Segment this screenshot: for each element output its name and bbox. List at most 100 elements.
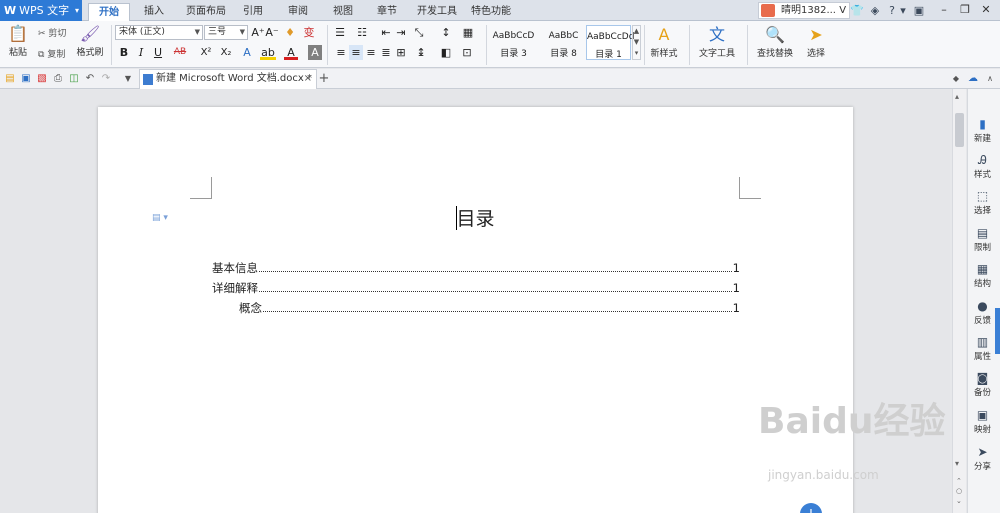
style-toc1[interactable]: AaBbCcDd 目录 1: [586, 25, 634, 60]
bold-button[interactable]: B: [117, 45, 131, 60]
tab-developer[interactable]: 开发工具: [415, 3, 459, 21]
panel-styles[interactable]: Ꭿ 样式: [968, 153, 997, 180]
document-tab[interactable]: 新建 Microsoft Word 文档.docx * ×: [139, 69, 317, 89]
wps-menu-button[interactable]: W WPS 文字 ▾: [0, 0, 82, 21]
vertical-scrollbar[interactable]: ▴ ▾ ⌃ ○ ⌄: [952, 89, 966, 513]
skin-icon[interactable]: 👕: [850, 3, 864, 18]
font-size-select[interactable]: 三号 ▼: [204, 25, 248, 40]
align-left-icon[interactable]: ≡: [334, 45, 348, 60]
shading-icon[interactable]: ◧: [439, 45, 453, 60]
document-page[interactable]: ▤ ▾ 目录 基本信息 1 详细解释 1 概念 1: [98, 107, 853, 513]
style-toc8[interactable]: AaBbC 目录 8: [541, 25, 586, 60]
redo-icon[interactable]: ↷: [100, 72, 112, 85]
chinese-layout-icon[interactable]: ⤡: [412, 25, 426, 40]
tab-home[interactable]: 开始: [88, 3, 130, 21]
text-tools-button[interactable]: 文 文字工具: [693, 26, 741, 60]
panel-properties[interactable]: ▥ 属性: [968, 335, 997, 362]
collapse-icon[interactable]: ∧: [984, 72, 996, 85]
scroll-thumb[interactable]: [955, 113, 964, 147]
toc-entry[interactable]: 基本信息 1: [212, 260, 740, 276]
tab-section[interactable]: 章节: [372, 3, 402, 21]
align-center-icon[interactable]: ≡: [349, 45, 363, 60]
format-painter-button[interactable]: 🖌 格式刷: [75, 25, 105, 59]
font-name-select[interactable]: 宋体 (正文) ▼: [115, 25, 203, 40]
panel-new[interactable]: ▮ 新建: [968, 117, 997, 144]
save-icon[interactable]: ▣: [20, 72, 32, 85]
next-page-icon[interactable]: ⌄: [956, 497, 962, 505]
subscript-button[interactable]: X₂: [217, 45, 235, 60]
tab-page-layout[interactable]: 页面布局: [181, 3, 231, 21]
underline-button[interactable]: U: [151, 45, 165, 60]
open-icon[interactable]: ▤: [4, 72, 16, 85]
select-button[interactable]: ➤ 选择: [801, 26, 831, 60]
tab-features[interactable]: 特色功能: [469, 3, 513, 21]
table-icon[interactable]: ▦: [461, 25, 475, 40]
font-color-button[interactable]: A: [284, 45, 298, 60]
select-browse-icon[interactable]: ○: [956, 487, 962, 495]
panel-restrict[interactable]: ▤ 限制: [968, 226, 997, 253]
scroll-up-icon[interactable]: ▴: [955, 92, 959, 101]
scroll-down-icon[interactable]: ▾: [955, 459, 959, 468]
text-effect-button[interactable]: A: [240, 45, 254, 60]
account-icon[interactable]: ◆: [950, 72, 962, 85]
add-tab-icon[interactable]: +: [318, 72, 330, 85]
panel-select[interactable]: ⬚ 选择: [968, 189, 997, 216]
close-button[interactable]: ✕: [976, 2, 996, 19]
align-right-icon[interactable]: ≡: [364, 45, 378, 60]
decrease-indent-icon[interactable]: ⇤: [379, 25, 393, 40]
style-toc3[interactable]: AaBbCcD 目录 3: [491, 25, 536, 60]
style-scroll[interactable]: ▲ ▼ ▾: [632, 25, 641, 60]
paste-button[interactable]: 📋 粘贴: [4, 25, 32, 59]
panel-structure[interactable]: ▦ 结构: [968, 262, 997, 289]
chevron-down-icon: ▼: [239, 28, 245, 36]
strikethrough-button[interactable]: AB: [171, 45, 189, 60]
panel-expand-tab[interactable]: [995, 308, 1000, 354]
preview-icon[interactable]: ◫: [68, 72, 80, 85]
grow-font-button[interactable]: A⁺: [251, 25, 265, 40]
tab-references[interactable]: 引用: [238, 3, 268, 21]
sort-icon[interactable]: ↕: [439, 25, 453, 40]
theme-icon[interactable]: ◈: [868, 3, 882, 18]
toc-heading[interactable]: 目录: [98, 204, 853, 231]
pdf-icon[interactable]: ▧: [36, 72, 48, 85]
tab-review[interactable]: 审阅: [283, 3, 313, 21]
char-shading-button[interactable]: A: [308, 45, 322, 60]
superscript-button[interactable]: X²: [197, 45, 215, 60]
find-replace-button[interactable]: 🔍 查找替换: [751, 26, 799, 60]
phonetic-button[interactable]: 变: [302, 25, 316, 40]
bullet-list-icon[interactable]: ☰: [332, 25, 348, 40]
copy-button[interactable]: ⧉ 复制: [38, 47, 65, 60]
new-style-button[interactable]: A 新样式: [645, 26, 683, 60]
increase-indent-icon[interactable]: ⇥: [394, 25, 408, 40]
minimize-button[interactable]: –: [934, 2, 954, 19]
panel-backup[interactable]: ◙ 备份: [968, 371, 997, 398]
help-icon[interactable]: ?: [886, 3, 898, 18]
clear-format-button[interactable]: ♦: [283, 25, 297, 40]
toc-entry[interactable]: 详细解释 1: [212, 280, 740, 296]
chevron-down-icon[interactable]: ▼: [122, 72, 134, 85]
panel-feedback[interactable]: ● 反馈: [968, 299, 997, 326]
shrink-font-button[interactable]: A⁻: [265, 25, 279, 40]
border-icon[interactable]: ⊡: [460, 45, 474, 60]
tab-insert[interactable]: 插入: [139, 3, 169, 21]
toc-entry[interactable]: 概念 1: [239, 300, 740, 316]
close-tab-icon[interactable]: ×: [304, 70, 312, 88]
italic-button[interactable]: I: [134, 45, 148, 60]
numbered-list-icon[interactable]: ☷: [354, 25, 370, 40]
user-account[interactable]: 晴明1382... V ▾: [758, 2, 850, 19]
restore-button[interactable]: ❐: [955, 2, 975, 19]
line-spacing-icon[interactable]: ↨: [414, 45, 428, 60]
highlight-button[interactable]: ab: [260, 45, 276, 60]
panel-mapping[interactable]: ▣ 映射: [968, 408, 997, 435]
justify-icon[interactable]: ≣: [379, 45, 393, 60]
prev-page-icon[interactable]: ⌃: [956, 477, 962, 485]
distribute-icon[interactable]: ⊞: [394, 45, 408, 60]
print-icon[interactable]: ⎙: [52, 72, 64, 85]
panel-share[interactable]: ➤ 分享: [968, 445, 997, 472]
pin-icon[interactable]: ▣: [912, 3, 926, 18]
tab-view[interactable]: 视图: [328, 3, 358, 21]
cloud-icon[interactable]: ☁: [967, 72, 979, 85]
undo-icon[interactable]: ↶: [84, 72, 96, 85]
chevron-down-icon[interactable]: ▾: [898, 3, 908, 18]
cut-button[interactable]: ✂ 剪切: [38, 26, 66, 39]
